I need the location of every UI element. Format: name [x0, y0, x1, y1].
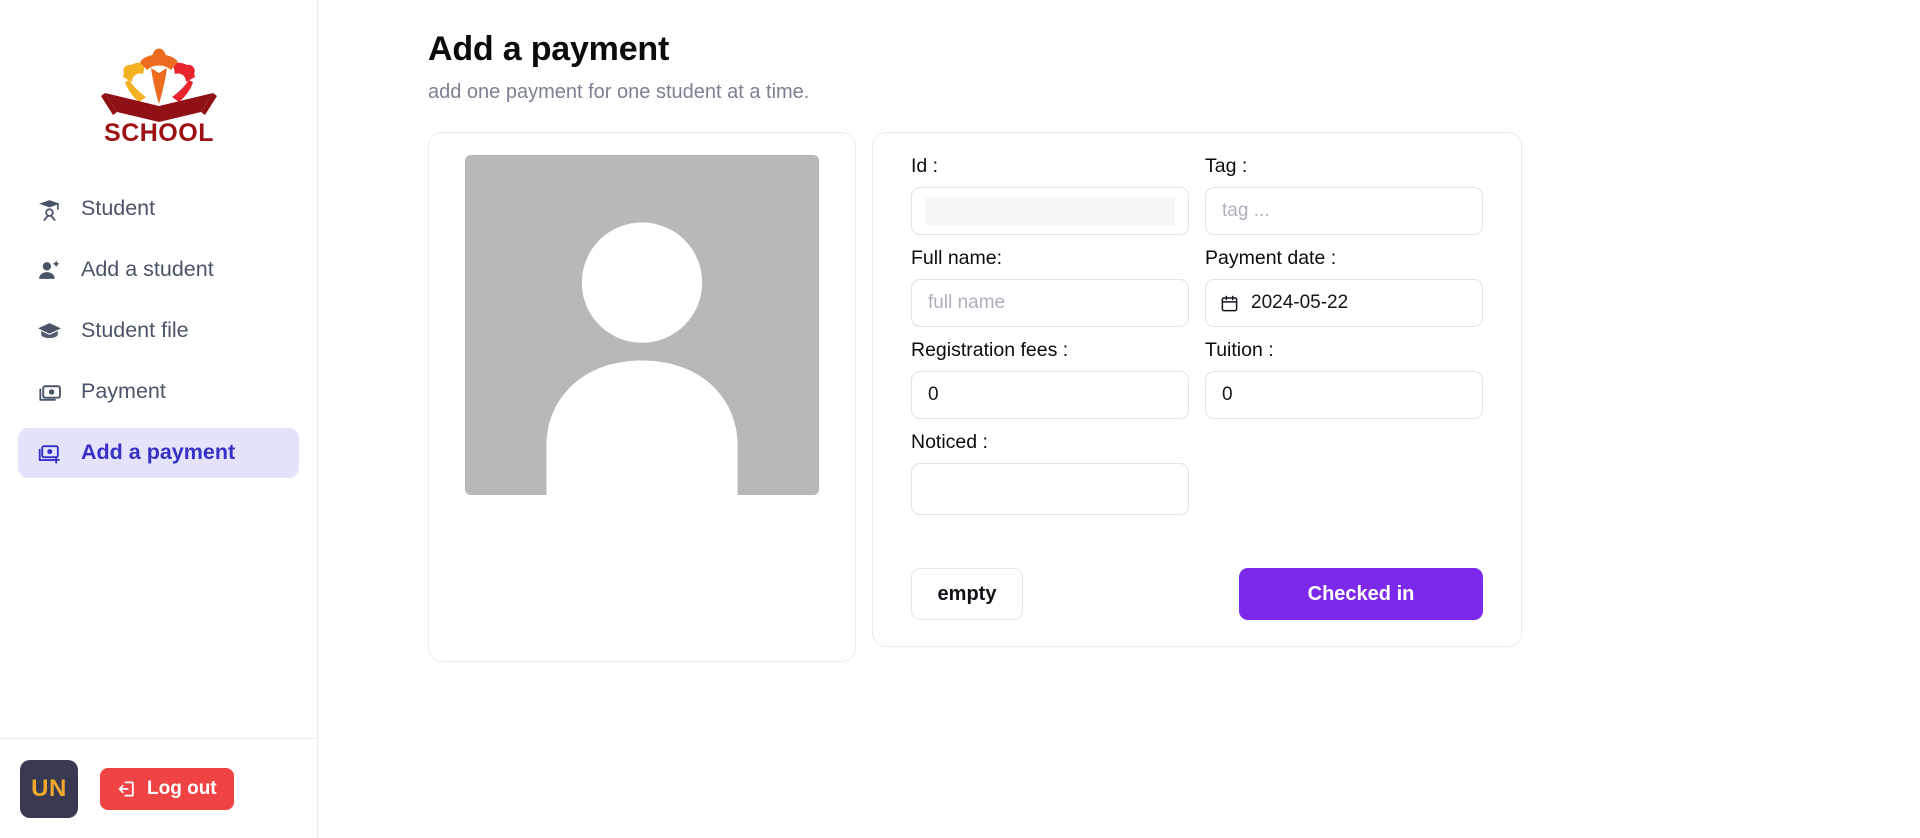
- checked-in-button[interactable]: Checked in: [1239, 568, 1483, 620]
- form-actions: empty Checked in: [911, 568, 1483, 620]
- sidebar-footer: UN Log out: [0, 738, 317, 838]
- tuition-label: Tuition :: [1205, 339, 1274, 361]
- tag-input[interactable]: [1205, 187, 1483, 235]
- fullname-input[interactable]: [911, 279, 1189, 327]
- sidebar-item-add-a-student[interactable]: Add a student: [18, 245, 299, 295]
- graduation-cap-icon: [36, 318, 62, 344]
- logout-arrow-icon: [117, 779, 137, 799]
- field-tuition: Tuition :: [1205, 339, 1483, 419]
- tag-label: Tag :: [1205, 155, 1248, 177]
- main-content: Add a payment add one payment for one st…: [318, 0, 1920, 838]
- school-book-people-logo: SCHOOL: [100, 48, 217, 144]
- student-photo-card: [428, 132, 856, 662]
- person-plus-icon: [36, 257, 62, 283]
- page-title: Add a payment: [428, 30, 670, 68]
- sidebar-item-label: Add a student: [81, 257, 214, 282]
- sidebar: SCHOOL Student Add a student Student fil…: [0, 0, 318, 838]
- sidebar-item-add-a-payment[interactable]: Add a payment: [18, 428, 299, 478]
- form-grid: Id : Tag : Full name: Payment date :: [911, 155, 1483, 532]
- calendar-icon: [1220, 294, 1239, 313]
- empty-button[interactable]: empty: [911, 568, 1023, 620]
- id-label: Id :: [911, 155, 939, 177]
- sidebar-item-student-file[interactable]: Student file: [18, 306, 299, 356]
- field-registration-fees: Registration fees :: [911, 339, 1189, 419]
- sidebar-item-label: Add a payment: [81, 440, 236, 465]
- sidebar-item-label: Payment: [81, 379, 166, 404]
- banknote-plus-icon: [36, 440, 62, 466]
- panels-row: Id : Tag : Full name: Payment date :: [428, 132, 1920, 662]
- app-root: SCHOOL Student Add a student Student fil…: [0, 0, 1920, 838]
- avatar[interactable]: UN: [20, 759, 78, 818]
- payment-date-value: 2024-05-22: [1251, 292, 1349, 313]
- payment-form-card: Id : Tag : Full name: Payment date :: [872, 132, 1522, 647]
- registration-fees-input[interactable]: [911, 371, 1189, 419]
- person-placeholder-icon[interactable]: [465, 155, 819, 495]
- banknote-icon: [36, 379, 62, 405]
- graduate-person-icon: [36, 196, 62, 222]
- tuition-input[interactable]: [1205, 371, 1483, 419]
- payment-date-label: Payment date :: [1205, 247, 1337, 269]
- sidebar-item-label: Student: [81, 196, 156, 221]
- field-id: Id :: [911, 155, 1189, 235]
- field-tag: Tag :: [1205, 155, 1483, 235]
- logout-button[interactable]: Log out: [100, 767, 234, 810]
- noticed-input[interactable]: [911, 463, 1189, 515]
- id-input[interactable]: [911, 187, 1189, 235]
- field-payment-date: Payment date : 2024-05-22: [1205, 247, 1483, 327]
- page-subtitle: add one payment for one student at a tim…: [428, 81, 810, 103]
- sidebar-item-label: Student file: [81, 318, 189, 343]
- payment-date-input[interactable]: 2024-05-22: [1205, 279, 1483, 327]
- logo-container: SCHOOL: [0, 0, 317, 144]
- fullname-label: Full name:: [911, 247, 1003, 269]
- logout-label: Log out: [147, 777, 217, 799]
- sidebar-item-student[interactable]: Student: [18, 184, 299, 234]
- field-fullname: Full name:: [911, 247, 1189, 327]
- svg-text:SCHOOL: SCHOOL: [104, 119, 214, 144]
- field-noticed: Noticed :: [911, 431, 1189, 520]
- sidebar-item-payment[interactable]: Payment: [18, 367, 299, 417]
- sidebar-nav: Student Add a student Student file Payme…: [0, 184, 317, 478]
- registration-fees-label: Registration fees :: [911, 339, 1069, 361]
- noticed-label: Noticed :: [911, 431, 988, 453]
